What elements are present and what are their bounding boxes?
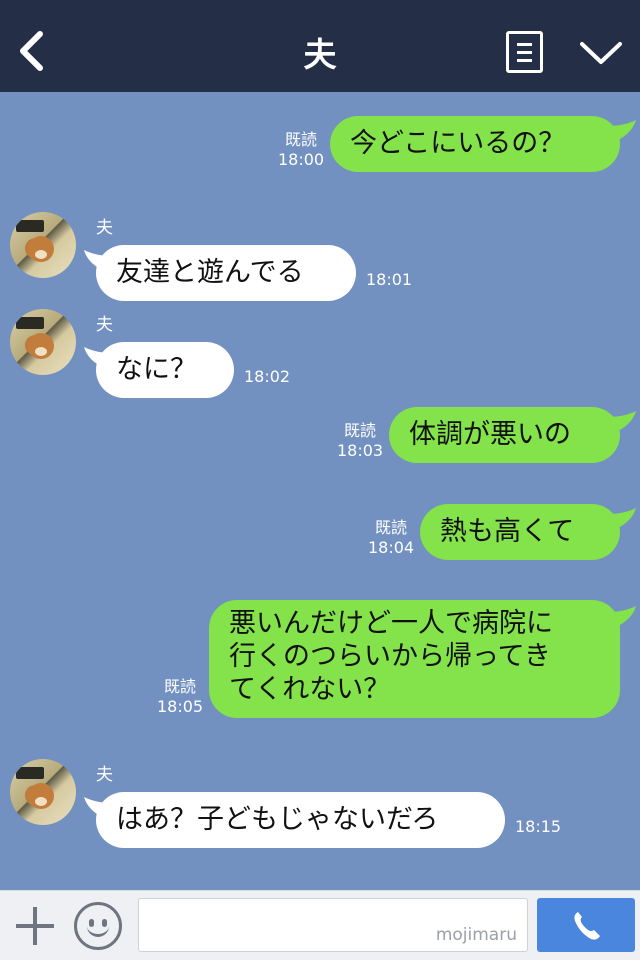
- sender-name: 夫: [96, 218, 113, 238]
- chevron-down-icon: [580, 42, 622, 64]
- message-bubble[interactable]: なに？: [96, 342, 234, 398]
- chat-title: 夫: [303, 35, 337, 74]
- message-line: てくれない？: [229, 674, 391, 705]
- message-bubble[interactable]: 体調が悪いの: [389, 407, 620, 463]
- read-receipt: 既読: [164, 677, 197, 696]
- message-time: 18:02: [244, 367, 291, 386]
- sticker-button[interactable]: [74, 902, 122, 950]
- message-time: 18:15: [515, 817, 562, 836]
- collapse-button[interactable]: [578, 36, 624, 68]
- phone-icon: [574, 912, 600, 940]
- message-bubble[interactable]: 悪いんだけど一人で病院に 行くのつらいから帰ってき てくれない？: [209, 600, 620, 718]
- input-bar: mojimaru: [0, 890, 640, 960]
- message-bubble[interactable]: 友達と遊んでる: [96, 245, 356, 301]
- message-bubble[interactable]: 熱も高くて: [420, 504, 620, 560]
- message-line: 悪いんだけど一人で病院に: [229, 608, 553, 639]
- message-bubble[interactable]: はあ？子どもじゃないだろ: [96, 792, 505, 848]
- watermark: mojimaru: [435, 925, 517, 945]
- chat-header: 夫: [0, 0, 640, 92]
- message-time: 18:01: [366, 270, 413, 289]
- avatar[interactable]: [10, 212, 76, 278]
- read-receipt: 既読: [375, 518, 408, 537]
- avatar[interactable]: [10, 759, 76, 825]
- call-button[interactable]: [537, 898, 635, 952]
- chat-area[interactable]: 既読 18:00 今どこにいるの？ 夫 友達と遊んでる 18:01 夫 なに？ …: [0, 92, 640, 890]
- read-receipt: 既読: [344, 421, 377, 440]
- sender-name: 夫: [96, 765, 113, 785]
- message-bubble[interactable]: 今どこにいるの？: [330, 116, 620, 172]
- message-line: 行くのつらいから帰ってき: [229, 641, 551, 672]
- message-time: 18:00: [278, 150, 325, 169]
- add-button[interactable]: [14, 905, 56, 947]
- message-input[interactable]: mojimaru: [138, 898, 528, 952]
- menu-button[interactable]: [506, 31, 543, 73]
- avatar[interactable]: [10, 309, 76, 375]
- message-time: 18:03: [337, 441, 384, 460]
- read-receipt: 既読: [285, 130, 318, 149]
- message-time: 18:04: [368, 538, 415, 557]
- sender-name: 夫: [96, 315, 113, 335]
- message-time: 18:05: [157, 697, 204, 716]
